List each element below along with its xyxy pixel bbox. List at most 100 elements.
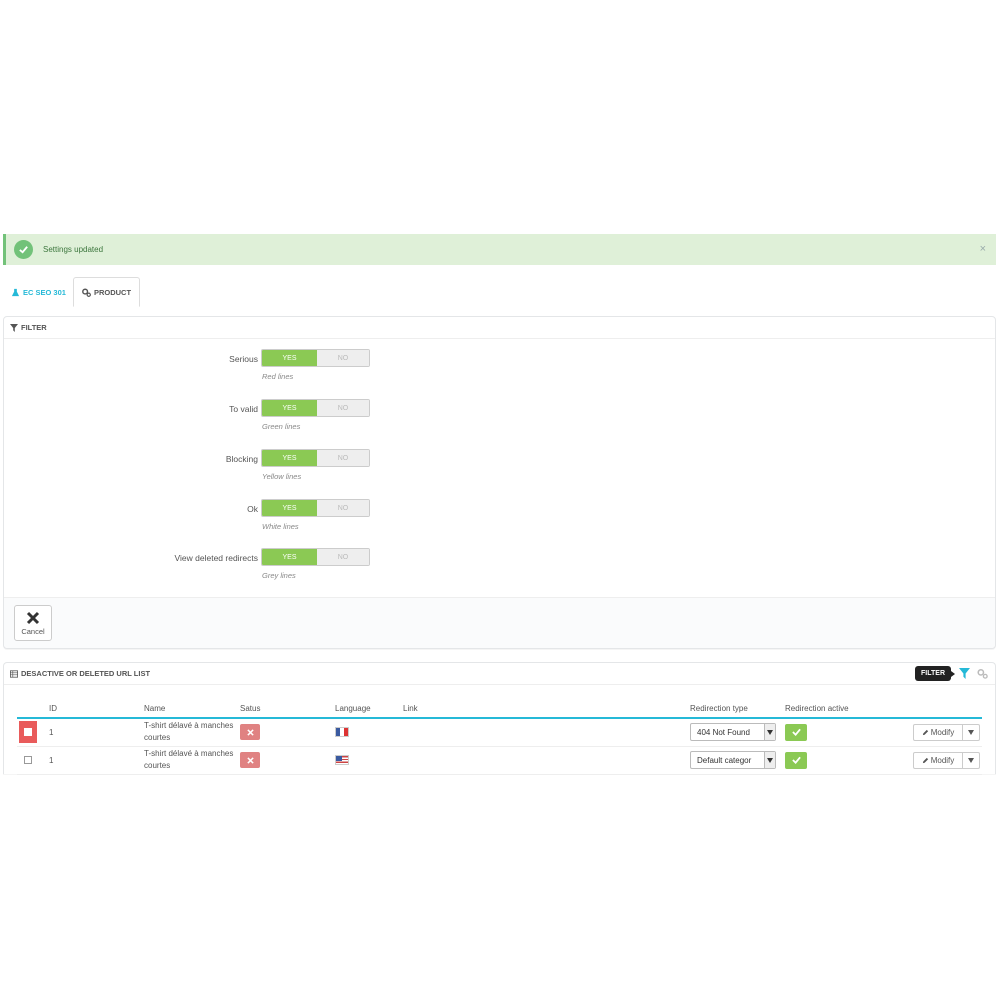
filter-label: Ok <box>247 504 258 514</box>
filter-icon <box>10 323 18 332</box>
switch-yes[interactable]: YES <box>262 500 317 516</box>
switch-no[interactable]: NO <box>317 500 369 516</box>
switch-yes[interactable]: YES <box>262 350 317 366</box>
view-deleted-switch[interactable]: YES NO <box>261 548 370 566</box>
pencil-icon <box>922 757 928 763</box>
column-header: Link <box>401 699 688 719</box>
tab-label: PRODUCT <box>93 287 132 297</box>
modify-label: Modify <box>930 727 955 737</box>
fr-flag-icon <box>335 727 349 738</box>
module-tabs: EC SEO 301 PRODUCT <box>3 277 996 307</box>
status-toggle[interactable] <box>240 724 260 741</box>
column-header: Satus <box>238 699 333 719</box>
filter-label: Serious <box>229 354 258 364</box>
close-icon <box>246 729 254 736</box>
to-valid-switch[interactable]: YES NO <box>261 399 370 417</box>
pencil-icon <box>922 729 928 735</box>
ok-switch[interactable]: YES NO <box>261 499 370 517</box>
help-text: Grey lines <box>262 571 296 580</box>
name-cell: T-shirt délavé à manches courtes <box>142 746 238 775</box>
column-header <box>903 699 982 719</box>
alert-message: Settings updated <box>43 245 104 254</box>
actions-cell: Modify <box>903 746 982 775</box>
actions-dropdown-button[interactable] <box>963 723 980 741</box>
redirection-type-select[interactable]: Default categor <box>690 751 776 769</box>
column-header: Name <box>142 699 238 719</box>
select-value: Default categor <box>697 755 752 765</box>
filter-label: Blocking <box>225 454 258 464</box>
redirection-active-toggle[interactable] <box>785 723 807 741</box>
id-cell: 1 <box>47 746 142 775</box>
switch-no[interactable]: NO <box>317 549 369 565</box>
table-row: 1 T-shirt délavé à manches courtes 404 N… <box>17 718 982 747</box>
column-header: Redirection type <box>688 699 783 719</box>
language-cell <box>333 746 401 775</box>
modify-label: Modify <box>930 755 955 765</box>
close-icon[interactable]: × <box>980 243 986 255</box>
switch-yes[interactable]: YES <box>262 400 317 416</box>
filter-row-blocking: Blocking YES NO Yellow lines <box>4 449 404 489</box>
filter-label: View deleted redirects <box>174 553 258 563</box>
switch-no[interactable]: NO <box>317 450 369 466</box>
status-toggle[interactable] <box>240 752 260 768</box>
help-text: Yellow lines <box>262 472 302 481</box>
language-cell <box>333 718 401 747</box>
tab-ec-seo-301[interactable]: EC SEO 301 <box>11 277 66 307</box>
switch-yes[interactable]: YES <box>262 450 317 466</box>
id-cell: 1 <box>47 718 142 747</box>
chevron-down-icon <box>764 724 775 741</box>
filter-row-serious: Serious YES NO Red lines <box>4 349 404 389</box>
redirection-active-toggle[interactable] <box>785 751 807 769</box>
us-flag-icon <box>335 755 349 765</box>
actions-cell: Modify <box>903 718 982 747</box>
row-highlight <box>19 749 37 771</box>
table-header-row: ID Name Satus Language Link Redirection … <box>17 699 982 719</box>
redirection-type-cell: Default categor <box>688 746 783 775</box>
filter-row-ok: Ok YES NO White lines <box>4 499 404 539</box>
name-cell: T-shirt délavé à manches courtes <box>142 718 238 747</box>
check-icon <box>791 756 801 764</box>
caret-down-icon <box>968 729 974 735</box>
filter-row-to-valid: To valid YES NO Green lines <box>4 399 404 439</box>
redirection-type-cell: 404 Not Found <box>688 718 783 747</box>
filter-panel: FILTER Serious YES NO Red lines To valid… <box>3 316 996 649</box>
redirection-active-cell <box>783 718 903 747</box>
check-icon <box>791 728 801 737</box>
gears-icon <box>82 288 91 297</box>
help-text: Red lines <box>262 372 294 381</box>
column-header <box>17 699 47 719</box>
row-highlight <box>19 721 37 744</box>
switch-no[interactable]: NO <box>317 400 369 416</box>
caret-down-icon <box>968 757 974 763</box>
row-checkbox[interactable] <box>24 728 32 737</box>
modify-button[interactable]: Modify <box>913 751 963 769</box>
panel-title: DESACTIVE OR DELETED URL LIST <box>21 669 151 678</box>
row-actions: Modify <box>905 723 982 741</box>
table-icon <box>10 669 18 678</box>
cancel-button[interactable]: Cancel <box>14 605 52 641</box>
settings-icon[interactable] <box>977 668 988 679</box>
link-cell <box>401 718 688 747</box>
column-header: Redirection active <box>783 699 903 719</box>
row-checkbox[interactable] <box>24 756 32 764</box>
panel-title: FILTER <box>21 323 47 332</box>
filter-icon[interactable] <box>959 668 970 679</box>
select-value: 404 Not Found <box>697 727 750 737</box>
panel-footer: Cancel <box>4 597 995 648</box>
filter-label: To valid <box>229 404 258 414</box>
switch-no[interactable]: NO <box>317 350 369 366</box>
link-cell <box>401 746 688 775</box>
tab-product[interactable]: PRODUCT <box>73 277 140 307</box>
modify-button[interactable]: Modify <box>913 723 963 741</box>
success-alert: Settings updated × <box>3 234 996 265</box>
actions-dropdown-button[interactable] <box>963 751 980 769</box>
tab-label: EC SEO 301 <box>23 287 66 297</box>
redirection-type-select[interactable]: 404 Not Found <box>690 723 776 742</box>
check-circle-icon <box>14 240 33 259</box>
switch-yes[interactable]: YES <box>262 549 317 565</box>
filter-row-view-deleted: View deleted redirects YES NO Grey lines <box>4 548 404 588</box>
serious-switch[interactable]: YES NO <box>261 349 370 367</box>
url-table: ID Name Satus Language Link Redirection … <box>17 699 982 775</box>
row-select-cell <box>17 718 47 747</box>
blocking-switch[interactable]: YES NO <box>261 449 370 467</box>
